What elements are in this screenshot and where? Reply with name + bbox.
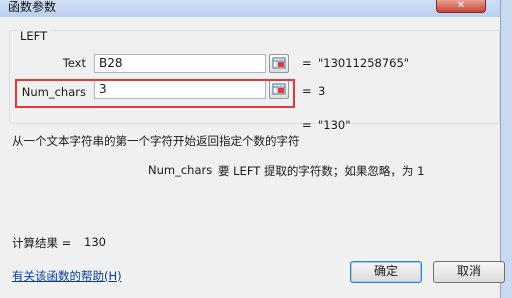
num-chars-highlight-box — [15, 79, 295, 108]
calc-result-value: 130 — [84, 235, 106, 249]
close-button[interactable]: ✕ — [436, 0, 486, 13]
arguments-group — [9, 30, 500, 124]
cancel-button[interactable]: 取消 — [433, 261, 505, 283]
function-description: 从一个文本字符串的第一个字符开始返回指定个数的字符 — [12, 134, 300, 148]
title-bar: 函数参数 ✕ — [0, 0, 512, 17]
window-edge — [500, 0, 512, 298]
num-chars-arg-result: 3 — [318, 84, 326, 98]
window-title: 函数参数 — [8, 0, 57, 14]
close-icon: ✕ — [456, 0, 466, 11]
arg-help-text: 要 LEFT 提取的字符数；如果忽略，为 1 — [218, 164, 425, 178]
text-arg-result: "13011258765" — [318, 56, 410, 70]
function-result-value: "130" — [318, 118, 351, 132]
calc-result-label: 计算结果 = — [12, 236, 72, 250]
function-arguments-dialog: LEFT Text B28 = "13011258765" Num_chars … — [0, 17, 505, 298]
text-arg-input[interactable]: B28 — [94, 54, 266, 73]
function-help-link[interactable]: 有关该函数的帮助(H) — [12, 268, 122, 284]
function-result-equals: = — [302, 118, 312, 132]
arg-help-name: Num_chars — [148, 163, 213, 177]
range-select-icon — [272, 57, 286, 69]
text-arg-label: Text — [62, 56, 86, 70]
num-chars-arg-equals: = — [302, 84, 312, 98]
ok-button[interactable]: 确定 — [350, 261, 422, 283]
text-arg-ref-button[interactable] — [269, 54, 289, 73]
text-arg-equals: = — [302, 56, 312, 70]
function-name: LEFT — [18, 29, 50, 43]
